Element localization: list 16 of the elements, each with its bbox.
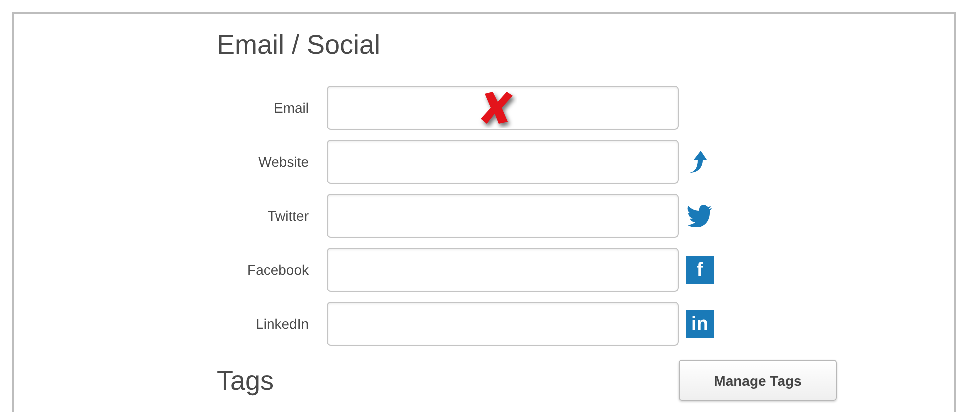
- input-field[interactable]: [327, 248, 679, 292]
- field-label: LinkedIn: [255, 316, 309, 332]
- field-label: Facebook: [246, 262, 309, 278]
- manage-tags-button[interactable]: Manage Tags: [679, 360, 837, 401]
- social-icon[interactable]: in: [686, 310, 714, 338]
- field-label: Twitter: [266, 208, 309, 224]
- input-field[interactable]: [327, 194, 679, 238]
- section-heading: Tags: [217, 364, 274, 398]
- input-field[interactable]: [327, 302, 679, 346]
- section-heading: Email / Social: [217, 29, 382, 62]
- bird-icon[interactable]: [687, 205, 713, 227]
- input-field[interactable]: [327, 86, 679, 130]
- field-label: Email: [272, 100, 309, 116]
- social-icon[interactable]: f: [686, 256, 714, 284]
- input-field[interactable]: [327, 140, 679, 184]
- field-label: Website: [258, 154, 309, 170]
